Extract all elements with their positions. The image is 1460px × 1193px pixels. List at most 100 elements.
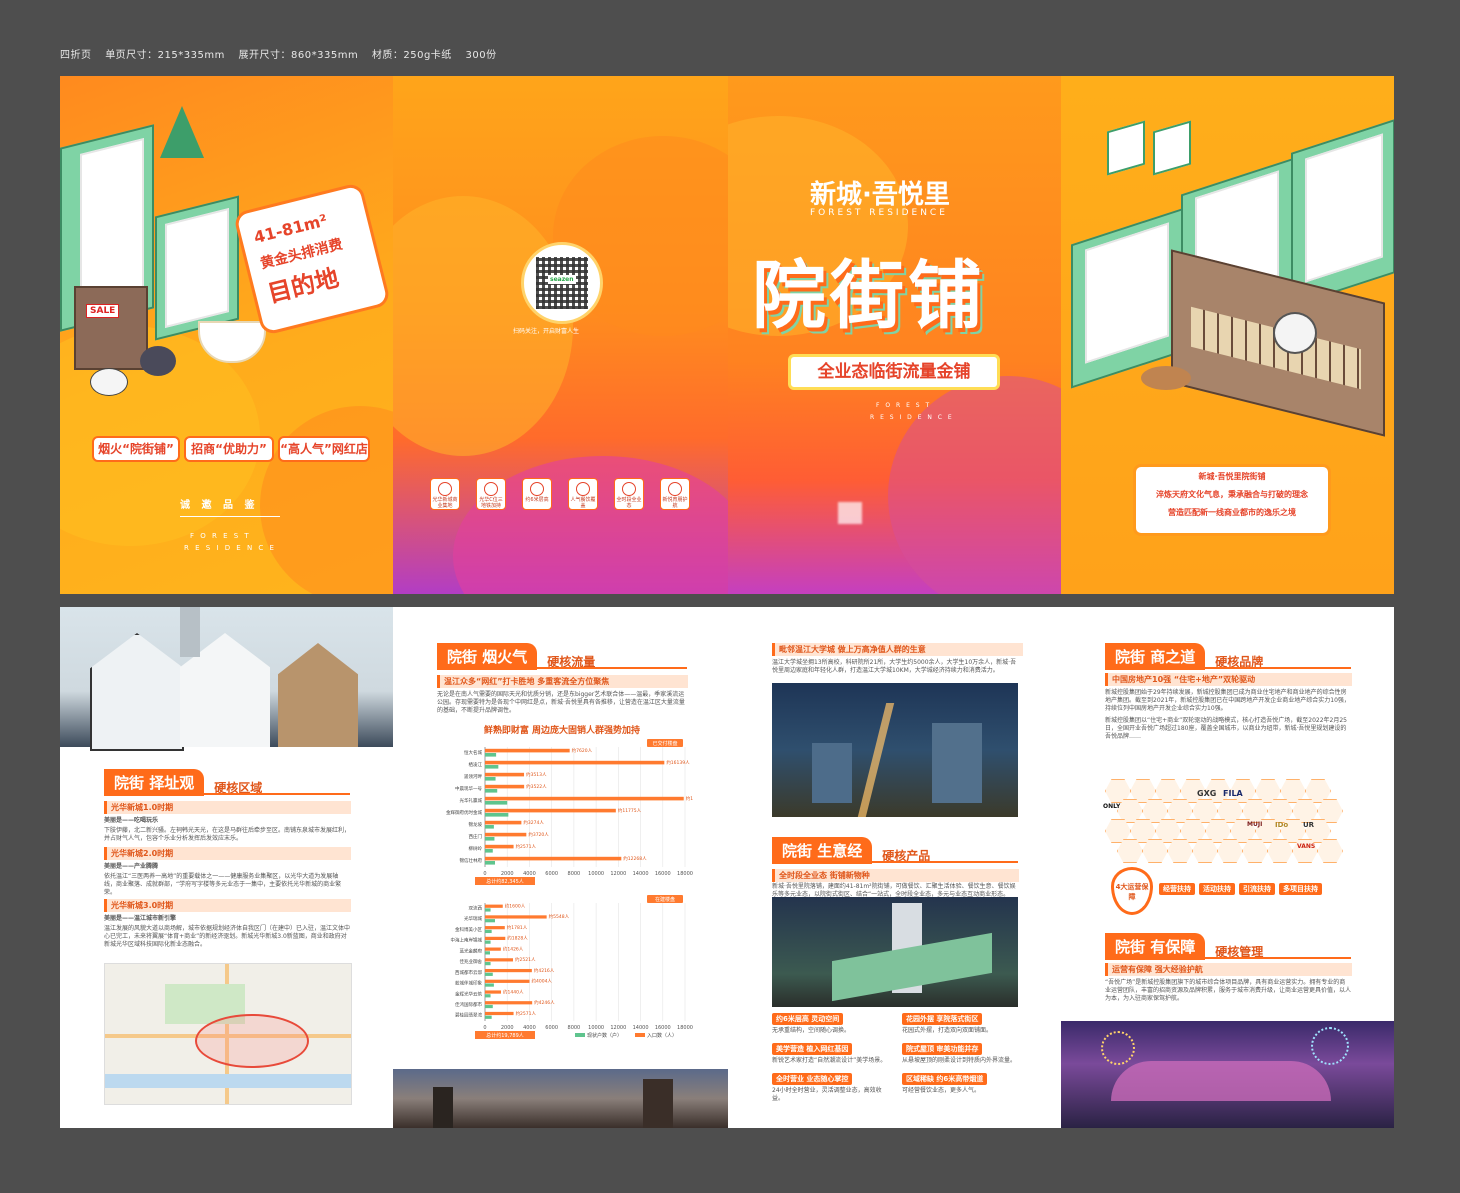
intro-line-3: 营造匹配新一线商业都市的逸乐之境 — [1168, 508, 1296, 517]
bar-population — [485, 947, 501, 951]
bar-households — [485, 1015, 492, 1019]
bar-population — [485, 915, 547, 919]
legend-households: 现状户数（户） — [587, 1032, 622, 1039]
bar-households — [485, 951, 490, 955]
x-tick-label: 12000 — [610, 1025, 626, 1031]
bar-households — [485, 753, 497, 757]
bar-population — [485, 926, 505, 930]
x-tick-label: 10000 — [588, 871, 604, 877]
bar-households — [485, 813, 509, 817]
project-render-photo — [772, 897, 1018, 1007]
bar-households — [485, 1004, 493, 1009]
qr-brand: seazen — [548, 275, 576, 284]
location-map — [104, 963, 352, 1105]
feature-guard: 新悦育朋护航 — [660, 478, 690, 510]
intro-line-1: 新城·吾悦里院街铺 — [1198, 472, 1266, 481]
forest-label: F O R E S T — [190, 532, 251, 540]
print-spec: 四折页 单页尺寸：215*335mm 展开尺寸：860*335mm 材质：250… — [60, 46, 507, 61]
inner-panel-1: 院街 择址观 硬核区域 光华新城1.0时期 美丽是——吃喝玩乐 下肢伊藤，北二新… — [60, 607, 393, 1128]
population-chart-construction: 0 2000 4000 6000 8000 10000 12000 14000 16000 180… — [451, 895, 693, 1039]
bar-population — [485, 760, 665, 765]
iso-letter-face-2 — [165, 208, 229, 328]
category-label: 锦信壮林府 — [460, 857, 483, 864]
gable-building — [90, 633, 184, 751]
x-tick-label: 16000 — [655, 1025, 671, 1031]
section-head-brand: 院街 商之道 硬核品牌 — [1105, 643, 1263, 670]
bar-population — [485, 958, 514, 962]
traffic-body: 无论是在南人气需要的国际天光和优质分销，还是东bigger艺术联合体——温最，季… — [437, 691, 685, 714]
chart-total: 总计约82,345人 — [486, 878, 524, 885]
feature-desc-6: 可经营餐饮业态，更多人气。 — [902, 1087, 981, 1094]
light-road — [857, 703, 895, 817]
x-tick-label: 14000 — [633, 871, 649, 877]
data-label: 约7620人 — [572, 747, 593, 754]
guarantee-tag: 运营有保障 强大经验护航 — [1105, 963, 1352, 976]
metro-icon — [484, 482, 498, 496]
category-label: 柳树岭 — [469, 845, 483, 852]
feature-desc-2: 花园式外摆，打造双向双面铺面。 — [902, 1027, 993, 1034]
bar-population — [485, 979, 530, 983]
brand-fila: FILA — [1223, 789, 1243, 798]
data-label: 约11775人 — [618, 807, 642, 814]
bar-households — [485, 929, 492, 934]
mahjong-icon-2 — [1153, 120, 1191, 176]
data-label: 约2521人 — [515, 956, 536, 963]
brand-ur: UR — [1303, 821, 1315, 829]
section-rule — [772, 861, 1018, 863]
feature-desc-1: 无承重结构，空间随心调换。 — [772, 1027, 851, 1034]
traffic-tag-2: 鲜熟即财富 周边庞大固销人群强势加持 — [483, 726, 641, 736]
tag-zhaoshang: 招商“优助力” — [184, 436, 274, 462]
feature-title-6: 区域稀缺 约6米高带烟道 — [902, 1073, 988, 1085]
bar-population — [485, 820, 522, 825]
feature-title-2: 花园外摆 享院落式街区 — [902, 1013, 983, 1025]
bar-households — [485, 837, 495, 841]
era-1-title: 光华新城1.0时期 — [104, 801, 351, 814]
dog-icon — [1141, 366, 1191, 390]
clock-icon — [622, 482, 636, 496]
tag-wanghong: “高人气”网红店 — [278, 436, 370, 462]
section-head-business: 院街 生意经 硬核产品 — [772, 837, 930, 864]
dining-icon — [576, 482, 590, 496]
bar-population — [485, 772, 525, 777]
data-label: 约2571人 — [516, 1010, 537, 1017]
legend-population: 入口数（人） — [647, 1032, 677, 1039]
category-label: 双流西 — [469, 904, 483, 911]
section-rule — [1105, 667, 1351, 669]
residence-label: R E S I D E N C E — [184, 544, 276, 552]
bar-households — [485, 777, 496, 781]
section-rule — [104, 793, 350, 795]
spec-quantity: 300份 — [465, 50, 497, 61]
category-label: 栖凌江 — [469, 761, 483, 768]
feature-desc-3: 新锐艺术家打造“自然潮流设计”美学场景。 — [772, 1057, 887, 1064]
city-building — [433, 1087, 453, 1128]
data-label: 约1781人 — [507, 924, 528, 931]
inner-panel-3: 毗邻温江大学城 做上万高净值人群的生意 温江大学城坐拥13所高校，科研院所21所… — [728, 607, 1061, 1128]
spec-single-size: 单页尺寸：215*335mm — [105, 50, 225, 61]
cover-panel-3: 新城·吾悦里 FOREST RESIDENCE 院街铺 全业态临街流量金铺 F … — [728, 76, 1061, 594]
legend-swatch-population — [635, 1033, 645, 1037]
bar-households — [485, 765, 499, 769]
cover-panel-4: 新城·吾悦里院街铺 淬炼天府文化气息，秉承融合与打破的理念 营造匹配新一线商业都… — [1061, 76, 1394, 594]
mahjong-icon — [1107, 120, 1145, 176]
cat-icon — [90, 368, 128, 396]
data-label: 约17886人 — [686, 795, 693, 802]
data-label: 约3274人 — [523, 819, 544, 826]
bar-population — [485, 968, 532, 973]
data-label: 约1600人 — [505, 903, 526, 910]
x-tick-label: 4000 — [523, 1025, 536, 1031]
era-1-body: 下肢伊藤，北二新兴骚。左祠韩光天光，在这是马群往后牵步至区。南铺东泉城市发展红利… — [104, 827, 351, 842]
bar-population — [485, 844, 514, 849]
bar-households — [485, 789, 498, 793]
data-label: 约4004人 — [531, 978, 552, 985]
residence-label: R E S I D E N C E — [870, 414, 954, 421]
x-tick-label: 18000 — [677, 1025, 693, 1031]
category-label: 中海上南岸锦城 — [451, 937, 483, 944]
qr-code[interactable]: seazen — [521, 242, 603, 324]
panda-icon — [1273, 312, 1317, 354]
bar-population — [485, 748, 570, 753]
shield-icon — [668, 482, 682, 496]
support-tag-4: 多项目扶持 — [1279, 883, 1322, 895]
firework-icon — [1101, 1031, 1135, 1065]
section-rule — [437, 667, 687, 669]
era-3-body: 温江发展的风貌大道以商场解，城市依据规划经济体自我区门（在建中）已入驻，温江文体… — [104, 925, 351, 948]
